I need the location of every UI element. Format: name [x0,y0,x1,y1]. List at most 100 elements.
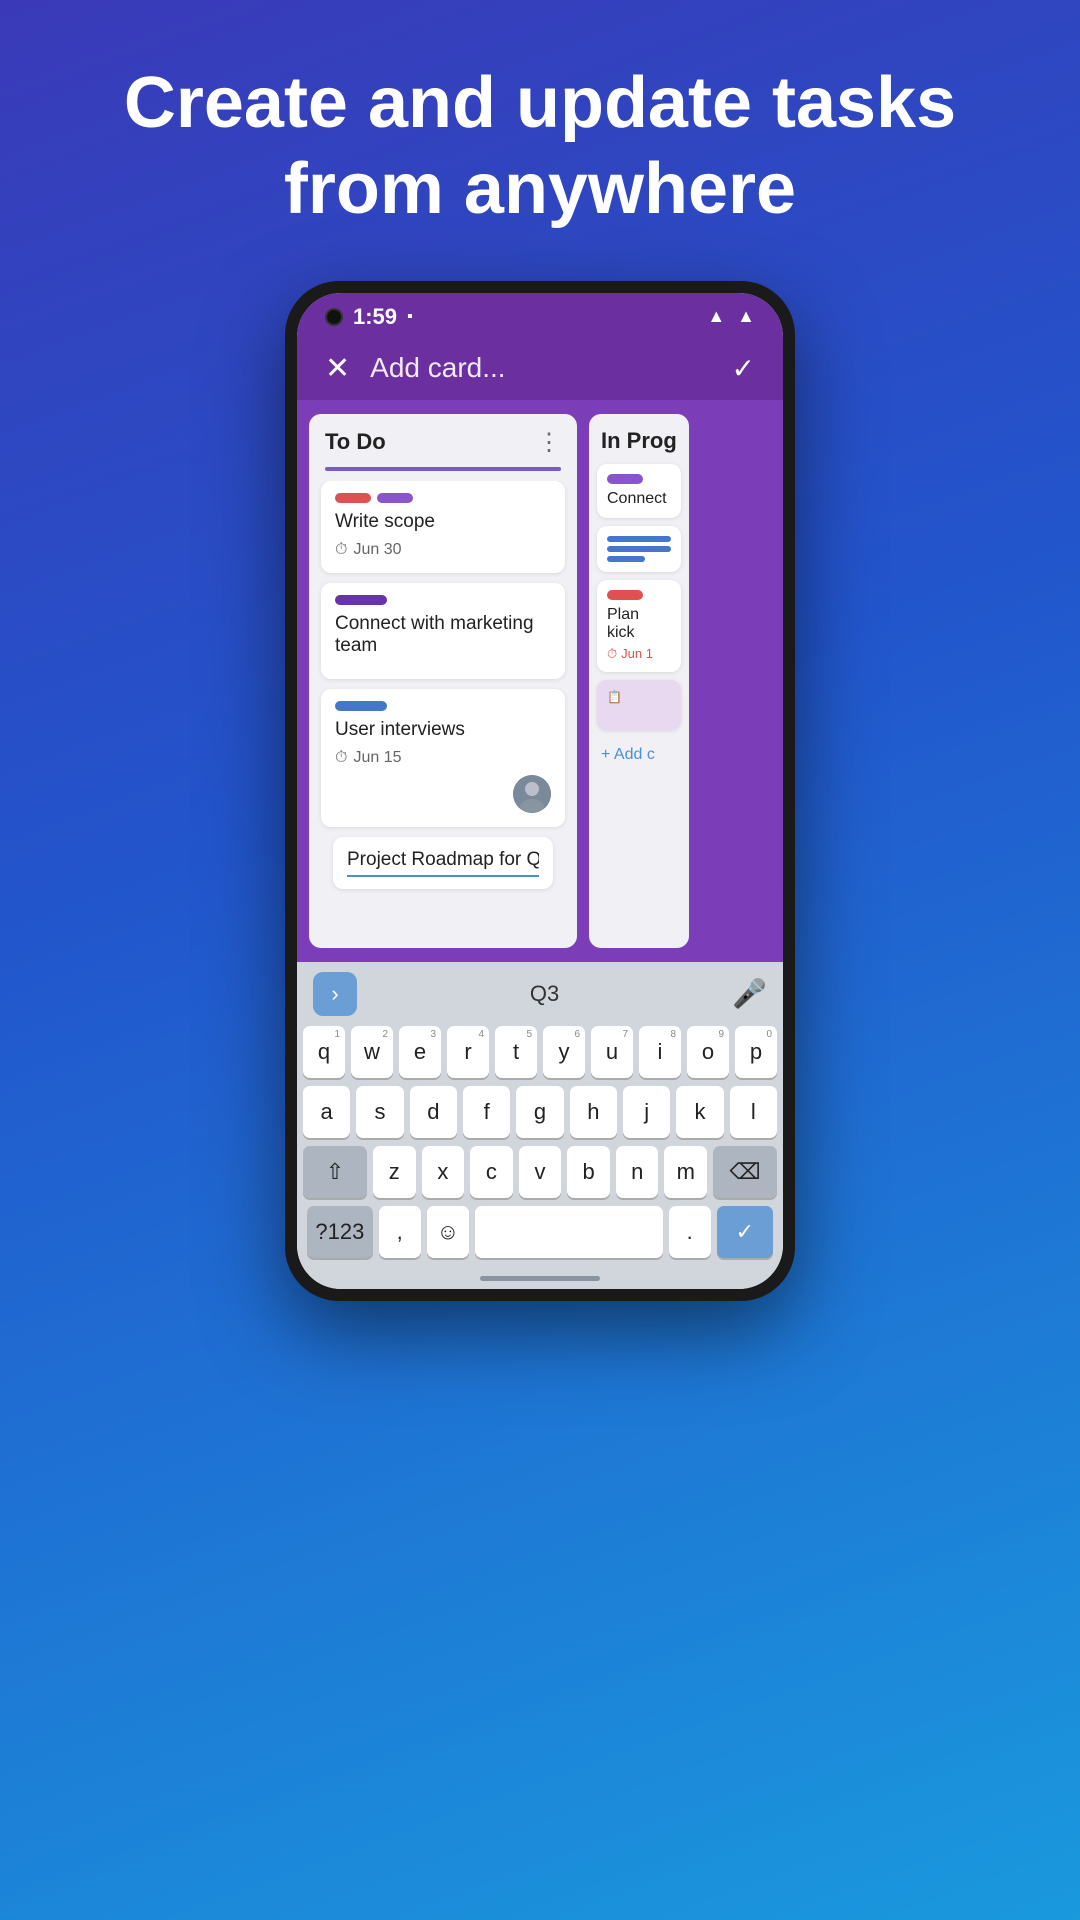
key-i[interactable]: i8 [639,1026,681,1078]
table-row[interactable]: Write scope ⏱ Jun 30 [321,481,565,573]
list-item[interactable]: Plan kick ⏱ Jun 1 [597,580,681,672]
list-item[interactable]: Connect [597,464,681,518]
comma-key[interactable]: , [379,1206,421,1258]
suggestion-bar: › Q3 🎤 [303,972,777,1016]
inprog-column: In Prog Connect [589,414,689,948]
label-chip [607,590,643,600]
key-z[interactable]: z [373,1146,416,1198]
close-button[interactable]: ✕ [325,351,350,386]
list-item[interactable]: 📋 [597,680,681,730]
key-b[interactable]: b [567,1146,610,1198]
numbers-key[interactable]: ?123 [307,1206,373,1258]
list-item[interactable] [597,526,681,572]
key-m[interactable]: m [664,1146,707,1198]
card-title: User interviews [335,719,551,741]
label-chip-purple [377,493,413,503]
todo-column-header: To Do ⋮ [309,414,577,467]
key-k[interactable]: k [676,1086,723,1138]
key-a[interactable]: a [303,1086,350,1138]
key-w[interactable]: w2 [351,1026,393,1078]
key-n[interactable]: n [616,1146,659,1198]
key-l[interactable]: l [730,1086,777,1138]
bar-row [607,546,671,552]
key-x[interactable]: x [422,1146,465,1198]
key-e[interactable]: e3 [399,1026,441,1078]
key-q[interactable]: q1 [303,1026,345,1078]
alert-icon: ⏱ [607,646,617,662]
card-date-text: Jun 15 [353,749,401,767]
backspace-key[interactable]: ⌫ [713,1146,777,1198]
new-card-input-area[interactable] [333,837,553,889]
status-bar-right: ▲ ▲ [707,306,755,327]
card-labels [335,595,551,605]
key-u[interactable]: u7 [591,1026,633,1078]
card-image: 📋 [607,690,671,704]
page-headline: Create and update tasks from anywhere [44,60,1036,233]
suggestion-word[interactable]: Q3 [530,981,559,1007]
app-header: ✕ Add card... ✓ [297,337,783,400]
notification-icon: ▪ [407,308,413,326]
todo-progress-bar [325,467,561,471]
key-r[interactable]: r4 [447,1026,489,1078]
key-s[interactable]: s [356,1086,403,1138]
card-date-text: Jun 30 [353,541,401,559]
key-j[interactable]: j [623,1086,670,1138]
add-card-button[interactable]: + Add c [589,738,689,772]
headline-line1: Create and update tasks [124,63,956,143]
card-labels [335,493,551,503]
new-card-input[interactable] [347,849,539,877]
confirm-button[interactable]: ✓ [732,352,755,385]
avatar [513,775,551,813]
status-time: 1:59 [353,304,397,330]
card-title: Connect with marketing team [335,613,551,657]
label-chip-dark-purple [335,595,387,605]
home-indicator [480,1276,600,1281]
card-date: ⏱ Jun 30 [335,541,551,559]
card-labels [335,701,551,711]
label-chip-blue [335,701,387,711]
label-chip-red [335,493,371,503]
card-date: ⏱ Jun 15 [335,749,551,767]
phone-screen: 1:59 ▪ ▲ ▲ ✕ Add card... ✓ To Do ⋮ [297,293,783,1289]
phone-frame: 1:59 ▪ ▲ ▲ ✕ Add card... ✓ To Do ⋮ [285,281,795,1301]
shift-key[interactable]: ⇧ [303,1146,367,1198]
period-key[interactable]: . [669,1206,711,1258]
signal-icon: ▲ [737,306,755,327]
keyboard-row-4: ?123 , ☺ . ✓ [303,1206,777,1258]
date-text: Jun 1 [621,646,653,661]
space-key[interactable] [475,1206,663,1258]
key-f[interactable]: f [463,1086,510,1138]
clock-icon: ⏱ [335,749,347,767]
key-c[interactable]: c [470,1146,513,1198]
table-row[interactable]: User interviews ⏱ Jun 15 [321,689,565,827]
emoji-key[interactable]: ☺ [427,1206,469,1258]
keyboard-arrow-button[interactable]: › [313,972,357,1016]
keyboard-row-2: a s d f g h j k l [303,1086,777,1138]
todo-column-title: To Do [325,429,386,455]
bar-row [607,536,671,542]
inprog-column-title: In Prog [601,428,677,453]
key-y[interactable]: y6 [543,1026,585,1078]
key-g[interactable]: g [516,1086,563,1138]
key-v[interactable]: v [519,1146,562,1198]
status-bar: 1:59 ▪ ▲ ▲ [297,293,783,337]
key-p[interactable]: p0 [735,1026,777,1078]
header-title: Add card... [370,352,711,384]
todo-column: To Do ⋮ Write scope ⏱ Jun 30 [309,414,577,948]
key-o[interactable]: o9 [687,1026,729,1078]
enter-key[interactable]: ✓ [717,1206,773,1258]
board-area: To Do ⋮ Write scope ⏱ Jun 30 [297,400,783,962]
partial-card-text: Plan kick [607,606,671,642]
card-title: Write scope [335,511,551,533]
keyboard-row-3: ⇧ z x c v b n m ⌫ [303,1146,777,1198]
avatar-image [513,775,551,813]
microphone-button[interactable]: 🎤 [732,977,767,1010]
todo-column-menu[interactable]: ⋮ [537,428,561,457]
inprog-column-header: In Prog [589,414,689,464]
key-t[interactable]: t5 [495,1026,537,1078]
key-h[interactable]: h [570,1086,617,1138]
table-row[interactable]: Connect with marketing team [321,583,565,679]
key-d[interactable]: d [410,1086,457,1138]
keyboard: › Q3 🎤 q1 w2 e3 r4 t5 y6 u7 i8 o9 p0 a s [297,962,783,1289]
keyboard-row-1: q1 w2 e3 r4 t5 y6 u7 i8 o9 p0 [303,1026,777,1078]
